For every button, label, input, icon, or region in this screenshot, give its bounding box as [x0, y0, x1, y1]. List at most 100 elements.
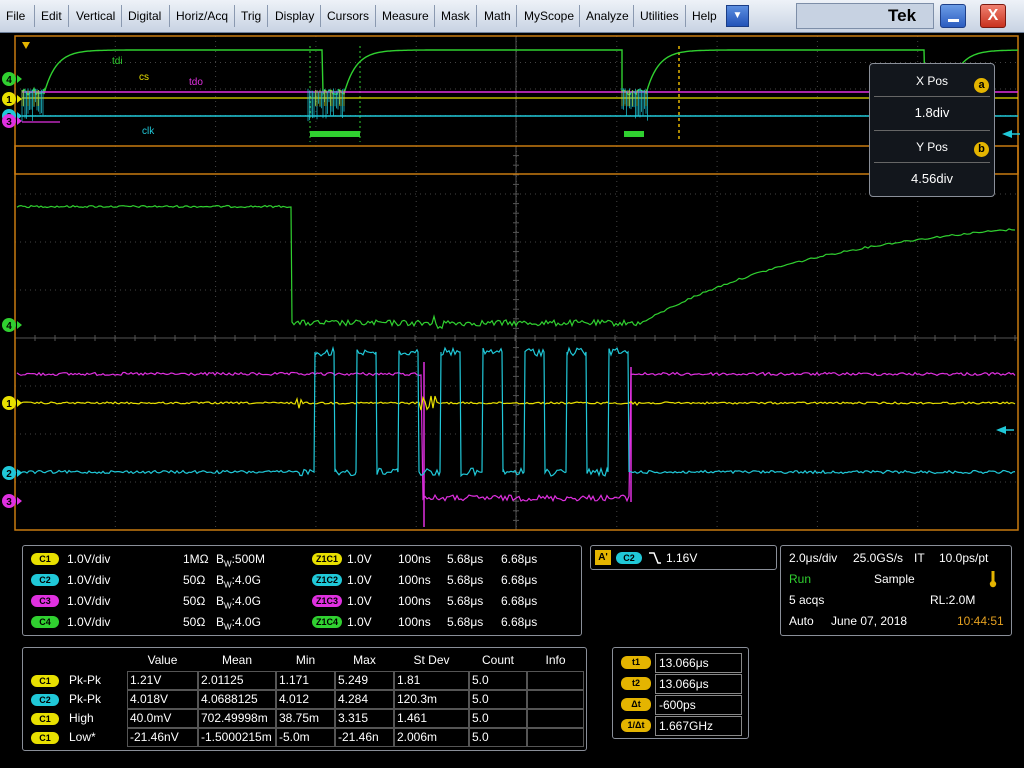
y-pos-value[interactable]: 4.56div — [870, 171, 994, 186]
channel-marker-zoom[interactable]: 3 — [2, 494, 22, 508]
marker-arrow — [17, 497, 22, 505]
trigger-position-marker[interactable] — [22, 42, 30, 49]
channel-badge[interactable]: C1 — [31, 553, 59, 565]
trigger-source-badge: C2 — [616, 552, 642, 564]
cursor-readout-panel: t1 13.066μs t2 13.066μs Δt -600ps 1/Δt 1.667GHz — [612, 647, 749, 739]
zoom-time: 100ns — [398, 552, 431, 566]
channel-badge[interactable]: C3 — [31, 595, 59, 607]
menu-help[interactable]: Help — [692, 9, 717, 23]
measure-name[interactable]: Pk-Pk — [69, 692, 101, 706]
menu-horiz-acq[interactable]: Horiz/Acq — [176, 9, 228, 23]
measure-count: 5.0 — [469, 690, 527, 709]
menu-trig[interactable]: Trig — [241, 9, 261, 23]
measure-header: St Dev — [413, 653, 450, 667]
channel-badge[interactable]: C2 — [31, 574, 59, 586]
zoom-channel-badge[interactable]: Z1C3 — [312, 595, 342, 607]
menu-cursors[interactable]: Cursors — [327, 9, 369, 23]
acq-mode: Sample — [874, 572, 915, 586]
menu-bar: File Edit Vertical Digital Horiz/Acq Tri… — [0, 0, 1024, 33]
trigger-panel[interactable]: A' C2 1.16V — [590, 545, 777, 570]
cursor-value: -600ps — [655, 695, 742, 715]
measure-max: 4.284 — [335, 690, 394, 709]
measure-name[interactable]: Low* — [69, 730, 96, 744]
measure-source-badge[interactable]: C1 — [31, 713, 59, 725]
menu-separator — [476, 5, 477, 27]
trigger-level: 1.16V — [666, 551, 698, 565]
measure-header: Value — [147, 653, 178, 667]
zoom-window-indicator-2 — [624, 131, 644, 137]
marker-arrow — [17, 399, 22, 407]
cursor-badge[interactable]: t2 — [621, 677, 651, 690]
channel-marker-zoom[interactable]: 4 — [2, 318, 22, 332]
zoom-window-indicator — [310, 131, 360, 137]
measurements-panel: Value Mean Min Max St Dev Count Info C1 Pk-Pk 1.2… — [22, 647, 587, 751]
zoom-scale: 1.0V — [347, 573, 372, 587]
cursor-value: 13.066μs — [655, 653, 742, 673]
acquisition-panel[interactable]: 2.0μs/div 25.0GS/s IT 10.0ps/pt Run Samp… — [780, 545, 1012, 636]
menu-edit[interactable]: Edit — [41, 9, 62, 23]
cursor-badge[interactable]: 1/Δt — [621, 719, 651, 732]
menu-digital[interactable]: Digital — [128, 9, 161, 23]
zoom-channel-badge[interactable]: Z1C1 — [312, 553, 342, 565]
measure-name[interactable]: Pk-Pk — [69, 673, 101, 687]
timebase: 2.0μs/div — [789, 551, 838, 565]
overview-graticule — [15, 36, 1018, 142]
channel-marker-overview[interactable]: 4 — [2, 72, 22, 86]
menu-separator — [516, 5, 517, 27]
menu-utilities[interactable]: Utilities — [640, 9, 679, 23]
zoom-position-2: 6.68μs — [501, 573, 538, 587]
menu-mask[interactable]: Mask — [441, 9, 470, 23]
measure-min: 4.012 — [276, 690, 335, 709]
channel-marker-overview[interactable]: 1 — [2, 92, 22, 106]
minimize-button[interactable] — [940, 4, 966, 28]
measure-source-badge[interactable]: C1 — [31, 675, 59, 687]
channel-markers[interactable]: 41234123 — [2, 72, 22, 508]
measure-source-badge[interactable]: C2 — [31, 694, 59, 706]
trigger-mode-badge: A' — [595, 550, 611, 565]
zoom-scale: 1.0V — [347, 552, 372, 566]
marker-arrow — [17, 469, 22, 477]
zoom-channel-badge[interactable]: Z1C2 — [312, 574, 342, 586]
menu-separator — [633, 5, 634, 27]
menu-math[interactable]: Math — [484, 9, 511, 23]
close-button[interactable]: X — [980, 4, 1006, 28]
channel-impedance: 50Ω — [183, 594, 206, 608]
menu-measure[interactable]: Measure — [382, 9, 429, 23]
xy-position-panel[interactable]: X Pos a 1.8div Y Pos b 4.56div — [869, 63, 995, 197]
zoom-channel-badge[interactable]: Z1C4 — [312, 616, 342, 628]
marker-label: 4 — [6, 321, 12, 332]
channel-marker-zoom[interactable]: 1 — [2, 396, 22, 410]
measure-name[interactable]: High — [69, 711, 94, 725]
zoom-scale: 1.0V — [347, 594, 372, 608]
menu-file[interactable]: File — [6, 9, 25, 23]
marker-label: 2 — [6, 469, 12, 480]
acq-count: 5 acqs — [789, 593, 825, 607]
channel-marker-zoom[interactable]: 2 — [2, 466, 22, 480]
cursor-badge[interactable]: t1 — [621, 656, 651, 669]
menu-display[interactable]: Display — [275, 9, 314, 23]
menu-dropdown-button[interactable]: ▼ — [726, 5, 749, 27]
zoom-position-1: 5.68μs — [447, 615, 484, 629]
menu-vertical[interactable]: Vertical — [76, 9, 115, 23]
offscreen-arrow-icon — [1002, 130, 1012, 138]
menu-analyze[interactable]: Analyze — [586, 9, 629, 23]
measure-source-badge[interactable]: C1 — [31, 732, 59, 744]
thermometer-icon — [989, 571, 997, 588]
measure-min: -5.0m — [276, 728, 335, 747]
channel-badge[interactable]: C4 — [31, 616, 59, 628]
channel-settings-panel: C1 1.0V/div 1MΩ BW:500M Z1C1 1.0V 100ns 5.68μs 6… — [22, 545, 582, 636]
zoom-position-1: 5.68μs — [447, 552, 484, 566]
measure-stdev: 2.006m — [394, 728, 469, 747]
menu-separator — [169, 5, 170, 27]
zoom-scale: 1.0V — [347, 615, 372, 629]
marker-arrow — [17, 321, 22, 329]
label-tdo: tdo — [189, 77, 203, 88]
measure-stdev: 1.81 — [394, 671, 469, 690]
marker-arrow — [17, 95, 22, 103]
menu-myscope[interactable]: MyScope — [524, 9, 574, 23]
x-pos-value[interactable]: 1.8div — [870, 105, 994, 120]
trigger-mode: Auto — [789, 614, 814, 628]
marker-label: 3 — [6, 497, 12, 508]
cursor-badge[interactable]: Δt — [621, 698, 651, 711]
menu-separator — [68, 5, 69, 27]
